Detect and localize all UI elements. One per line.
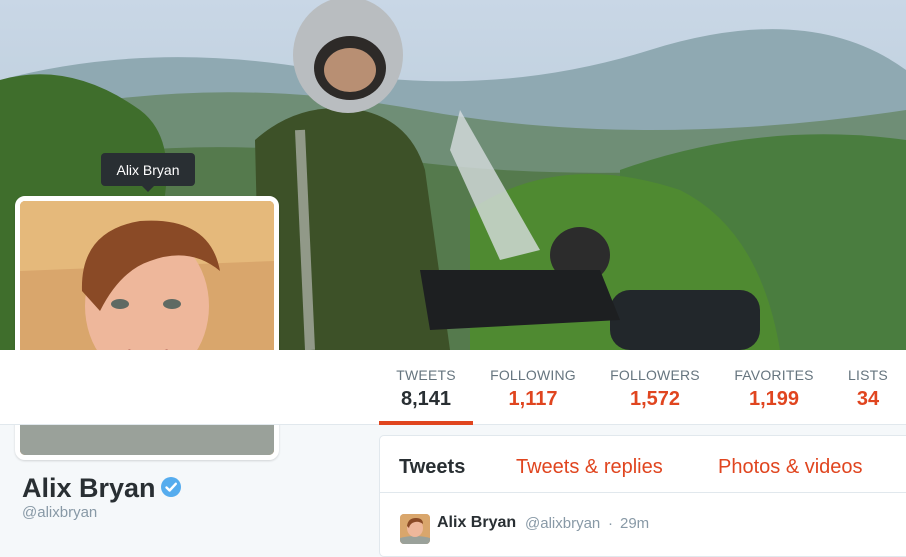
profile-handle[interactable]: @alixbryan (22, 504, 97, 521)
stat-value: 1,572 (629, 388, 681, 410)
timeline-tabs: Tweets Tweets & replies Photos & videos (380, 436, 906, 493)
tweet-timestamp[interactable]: 29m (620, 515, 649, 532)
tab-tweets[interactable]: Tweets (399, 456, 465, 479)
tweet-item[interactable]: Alix Bryan @alixbryan · 29m (380, 493, 906, 553)
tweet-author-avatar[interactable] (400, 514, 430, 544)
stat-lists[interactable]: LISTS 34 (842, 350, 894, 424)
verified-badge-icon (160, 476, 182, 498)
stat-label: FAVORITES (734, 367, 814, 383)
stat-followers[interactable]: FOLLOWERS 1,572 (605, 350, 705, 424)
tab-photos-and-videos[interactable]: Photos & videos (718, 456, 863, 479)
stat-label: TWEETS (396, 367, 456, 383)
stat-value: 1,199 (748, 388, 800, 410)
profile-name[interactable]: Alix Bryan (22, 473, 156, 504)
stat-favorites[interactable]: FAVORITES 1,199 (728, 350, 820, 424)
profile-stats-bar: TWEETS 8,141 FOLLOWING 1,117 FOLLOWERS 1… (0, 350, 906, 425)
tweet-author-name[interactable]: Alix Bryan (437, 514, 516, 532)
stat-value: 34 (856, 388, 880, 410)
stat-label: FOLLOWERS (610, 367, 700, 383)
name-tooltip: Alix Bryan (101, 153, 195, 192)
stat-tweets[interactable]: TWEETS 8,141 (379, 350, 473, 425)
stat-following[interactable]: FOLLOWING 1,117 (485, 350, 581, 424)
stat-value: 1,117 (508, 388, 558, 410)
stat-value: 8,141 (400, 388, 452, 410)
tweet-author-handle[interactable]: @alixbryan (525, 515, 600, 532)
stat-label: LISTS (848, 367, 888, 383)
tab-tweets-and-replies[interactable]: Tweets & replies (516, 456, 663, 479)
tweet-separator: · (608, 515, 613, 532)
stat-label: FOLLOWING (490, 367, 576, 383)
